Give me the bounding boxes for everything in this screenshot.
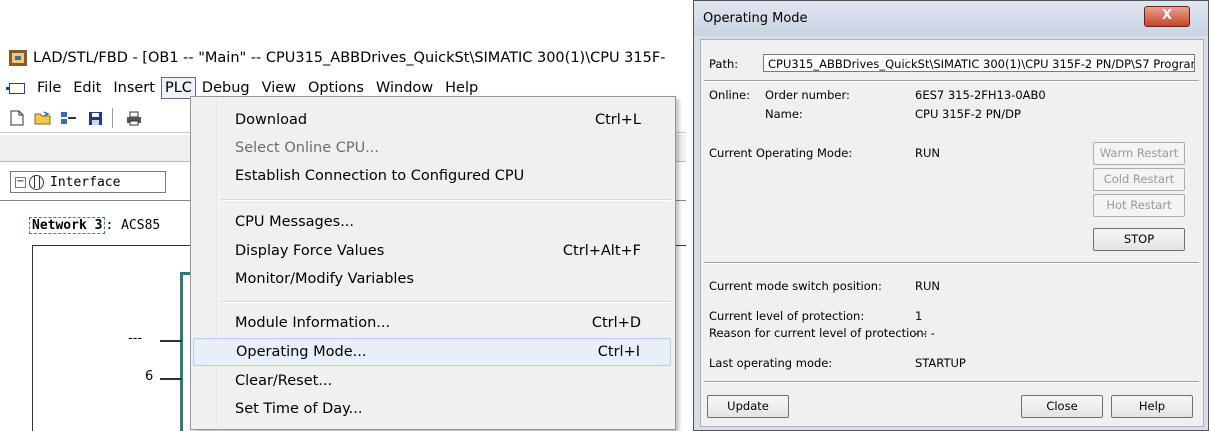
protection-reason-value: - - - — [915, 326, 935, 340]
accessible-nodes-icon[interactable] — [60, 109, 78, 127]
menu-item-operating-mode[interactable]: Operating Mode... Ctrl+I — [193, 338, 671, 366]
close-icon[interactable]: X — [1144, 6, 1190, 27]
hot-restart-button[interactable]: Hot Restart — [1093, 194, 1185, 217]
dialog-title: Operating Mode — [703, 11, 808, 26]
path-label: Path: — [709, 57, 739, 71]
editor-title-bar: LAD/STL/FBD - [OB1 -- "Main" -- CPU315_A… — [0, 44, 686, 72]
network-header: Network 3: ACS85 — [29, 217, 161, 234]
switch-position-value: RUN — [915, 279, 941, 293]
menu-item-label: Download — [235, 112, 308, 128]
lad-app-icon — [9, 50, 27, 66]
menu-separator — [221, 199, 671, 201]
menu-item-shortcut: Ctrl+D — [591, 315, 641, 331]
network-comment: : ACS85 — [105, 218, 161, 233]
menu-item-label: Monitor/Modify Variables — [235, 271, 414, 287]
warm-restart-button[interactable]: Warm Restart — [1093, 142, 1185, 165]
input-pin-line-1 — [160, 340, 182, 342]
dialog-divider — [704, 381, 1199, 383]
menu-item-shortcut: Ctrl+I — [597, 344, 640, 360]
open-folder-icon[interactable] — [34, 109, 52, 127]
save-icon[interactable] — [86, 109, 104, 127]
menu-item-display-force-values[interactable]: Display Force Values Ctrl+Alt+F — [193, 237, 671, 265]
current-mode-label: Current Operating Mode: — [709, 146, 853, 160]
input-pin-line-2 — [160, 378, 182, 380]
dialog-title-bar: Operating Mode X — [694, 1, 1208, 36]
menu-item-label: Module Information... — [235, 315, 391, 331]
menu-item-label: Display Force Values — [235, 243, 385, 259]
menu-item-establish-connection[interactable]: Establish Connection to Configured CPU — [193, 162, 671, 190]
name-value: CPU 315F-2 PN/DP — [915, 107, 1021, 121]
last-mode-value: STARTUP — [915, 356, 966, 370]
dialog-client-area: Path: CPU315_ABBDrives_QuickSt\SIMATIC 3… — [700, 39, 1204, 427]
menu-item-monitor-modify-variables[interactable]: Monitor/Modify Variables — [193, 265, 671, 293]
pin-value-2: 6 — [145, 369, 154, 384]
protection-level-label: Current level of protection: — [709, 309, 865, 323]
switch-position-label: Current mode switch position: — [709, 279, 882, 293]
window-system-icon[interactable] — [6, 82, 25, 94]
stop-button[interactable]: STOP — [1093, 228, 1185, 251]
close-button[interactable]: Close — [1021, 395, 1103, 418]
menu-item-label: Set Time of Day... — [235, 401, 363, 417]
editor-title-text: LAD/STL/FBD - [OB1 -- "Main" -- CPU315_A… — [33, 50, 666, 66]
operating-mode-dialog: Operating Mode X Path: CPU315_ABBDrives_… — [693, 0, 1209, 431]
menu-item-shortcut: Ctrl+L — [594, 112, 641, 128]
dialog-divider — [704, 262, 1199, 264]
dialog-divider — [704, 80, 1199, 82]
menu-insert[interactable]: Insert — [107, 77, 161, 99]
menu-item-label: Operating Mode... — [236, 344, 367, 360]
interface-globe-icon — [29, 174, 44, 190]
protection-level-value: 1 — [915, 309, 923, 323]
menu-item-label: Establish Connection to Configured CPU — [235, 168, 525, 184]
menu-item-label: Select Online CPU... — [235, 140, 380, 156]
menu-item-clear-reset[interactable]: Clear/Reset... — [193, 367, 671, 395]
menu-item-module-information[interactable]: Module Information... Ctrl+D — [193, 309, 671, 337]
menu-item-download[interactable]: Download Ctrl+L — [193, 106, 671, 134]
last-mode-label: Last operating mode: — [709, 356, 833, 370]
protection-reason-label: Reason for current level of protection: — [709, 326, 928, 340]
print-icon[interactable] — [125, 109, 143, 127]
interface-label: Interface — [50, 174, 121, 190]
order-number-value: 6ES7 315-2FH13-0AB0 — [915, 88, 1046, 102]
menu-item-set-time-of-day[interactable]: Set Time of Day... — [193, 395, 671, 423]
menu-item-cpu-messages[interactable]: CPU Messages... — [193, 208, 671, 236]
menu-item-select-online-cpu[interactable]: Select Online CPU... — [193, 134, 671, 162]
pin-value-1: --- — [128, 331, 143, 346]
plc-dropdown-menu: Download Ctrl+L Select Online CPU... Est… — [190, 96, 676, 430]
menu-item-shortcut: Ctrl+Alt+F — [562, 243, 641, 259]
menu-edit[interactable]: Edit — [67, 77, 107, 99]
menu-separator — [221, 301, 671, 303]
toolbar-separator — [112, 108, 113, 128]
help-button[interactable]: Help — [1111, 395, 1193, 418]
update-button[interactable]: Update — [707, 395, 789, 418]
order-number-label: Order number: — [765, 88, 850, 102]
collapse-icon[interactable]: − — [15, 176, 26, 188]
new-file-icon[interactable] — [8, 109, 26, 127]
lad-stl-fbd-editor-window: LAD/STL/FBD - [OB1 -- "Main" -- CPU315_A… — [0, 0, 686, 431]
name-label: Name: — [765, 107, 803, 121]
online-label: Online: — [709, 88, 750, 102]
menu-file[interactable]: File — [31, 77, 67, 99]
network-label[interactable]: Network 3 — [29, 217, 106, 234]
cold-restart-button[interactable]: Cold Restart — [1093, 168, 1185, 191]
interface-tree-node[interactable]: − Interface — [10, 171, 166, 193]
menu-item-label: CPU Messages... — [235, 214, 355, 230]
current-mode-value: RUN — [915, 146, 941, 160]
path-field[interactable]: CPU315_ABBDrives_QuickSt\SIMATIC 300(1)\… — [763, 54, 1195, 72]
menu-item-label: Clear/Reset... — [235, 373, 333, 389]
